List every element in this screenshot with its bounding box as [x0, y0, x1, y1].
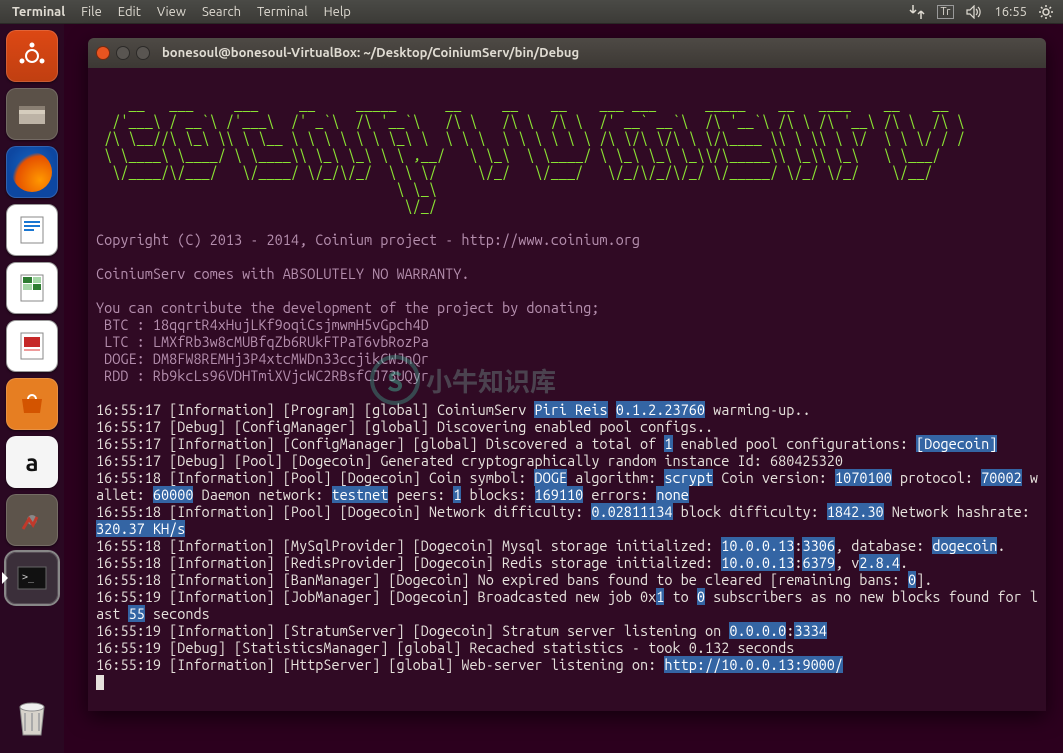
log-line: 16:55:17 [Debug] [Pool] [Dogecoin] Gener…: [96, 452, 1038, 469]
log-line: 16:55:18 [Information] [RedisProvider] […: [96, 554, 1038, 571]
window-title: bonesoul@bonesoul-VirtualBox: ~/Desktop/…: [162, 46, 579, 60]
launcher-calc[interactable]: [6, 262, 58, 314]
log-line: 16:55:17 [Debug] [ConfigManager] [global…: [96, 418, 1038, 435]
log-line: 16:55:19 [Information] [JobManager] [Dog…: [96, 588, 1038, 622]
log-output: 16:55:17 [Information] [Program] [global…: [96, 401, 1038, 673]
log-line: 16:55:18 [Information] [BanManager] [Dog…: [96, 571, 1038, 588]
log-line: 16:55:17 [Information] [Program] [global…: [96, 401, 1038, 418]
launcher-system-settings[interactable]: [6, 494, 58, 546]
launcher-writer[interactable]: [6, 204, 58, 256]
log-line: 16:55:19 [Information] [StratumServer] […: [96, 622, 1038, 639]
menu-edit[interactable]: Edit: [110, 5, 149, 19]
donation-addresses: BTC : 18qqrtR4xHujLKf9oqiCsjmwmH5vGpch4D…: [96, 316, 429, 384]
menu-file[interactable]: File: [73, 5, 110, 19]
unity-launcher: a >_: [0, 24, 64, 753]
donate-header: You can contribute the development of th…: [96, 299, 599, 316]
warranty-line: CoiniumServ comes with ABSOLUTELY NO WAR…: [96, 265, 470, 282]
launcher-terminal[interactable]: >_: [6, 552, 58, 604]
terminal-window: bonesoul@bonesoul-VirtualBox: ~/Desktop/…: [88, 38, 1046, 711]
log-line: 16:55:18 [Information] [MySqlProvider] […: [96, 537, 1038, 554]
terminal-cursor: [96, 675, 104, 690]
window-minimize-button[interactable]: [116, 46, 130, 60]
top-menu-bar: Terminal FileEditViewSearchTerminalHelp …: [0, 0, 1063, 24]
launcher-trash[interactable]: [6, 691, 58, 743]
session-gear-icon[interactable]: [1039, 5, 1053, 19]
keyboard-layout-indicator[interactable]: Tr: [937, 5, 955, 19]
menu-help[interactable]: Help: [316, 5, 359, 19]
window-close-button[interactable]: [96, 46, 110, 60]
active-app-name: Terminal: [4, 5, 73, 19]
copyright-line: Copyright (C) 2013 - 2014, Coinium proje…: [96, 231, 640, 248]
log-line: 16:55:19 [Debug] [StatisticsManager] [gl…: [96, 639, 1038, 656]
launcher-dash[interactable]: [6, 30, 58, 82]
window-titlebar[interactable]: bonesoul@bonesoul-VirtualBox: ~/Desktop/…: [88, 38, 1046, 68]
network-icon[interactable]: [909, 5, 925, 19]
log-line: 16:55:19 [Information] [HttpServer] [glo…: [96, 656, 1038, 673]
launcher-software-center[interactable]: [6, 378, 58, 430]
svg-text:>_: >_: [22, 572, 35, 583]
terminal-body[interactable]: __ ___ ___ __ _____ __ __ __ ___ ___ ___…: [88, 68, 1046, 711]
launcher-files[interactable]: [6, 88, 58, 140]
launcher-firefox[interactable]: [6, 146, 58, 198]
log-line: 16:55:18 [Information] [Pool] [Dogecoin]…: [96, 469, 1038, 503]
menu-view[interactable]: View: [149, 5, 194, 19]
ascii-banner: __ ___ ___ __ _____ __ __ __ ___ ___ ___…: [96, 95, 965, 214]
log-line: 16:55:18 [Information] [Pool] [Dogecoin]…: [96, 503, 1038, 537]
clock[interactable]: 16:55: [994, 5, 1027, 19]
log-line: 16:55:17 [Information] [ConfigManager] […: [96, 435, 1038, 452]
menu-search[interactable]: Search: [194, 5, 249, 19]
menu-terminal[interactable]: Terminal: [249, 5, 316, 19]
volume-icon[interactable]: [966, 5, 982, 19]
launcher-amazon[interactable]: a: [6, 436, 58, 488]
window-maximize-button[interactable]: [136, 46, 150, 60]
running-indicator-icon: [2, 572, 8, 584]
launcher-impress[interactable]: [6, 320, 58, 372]
